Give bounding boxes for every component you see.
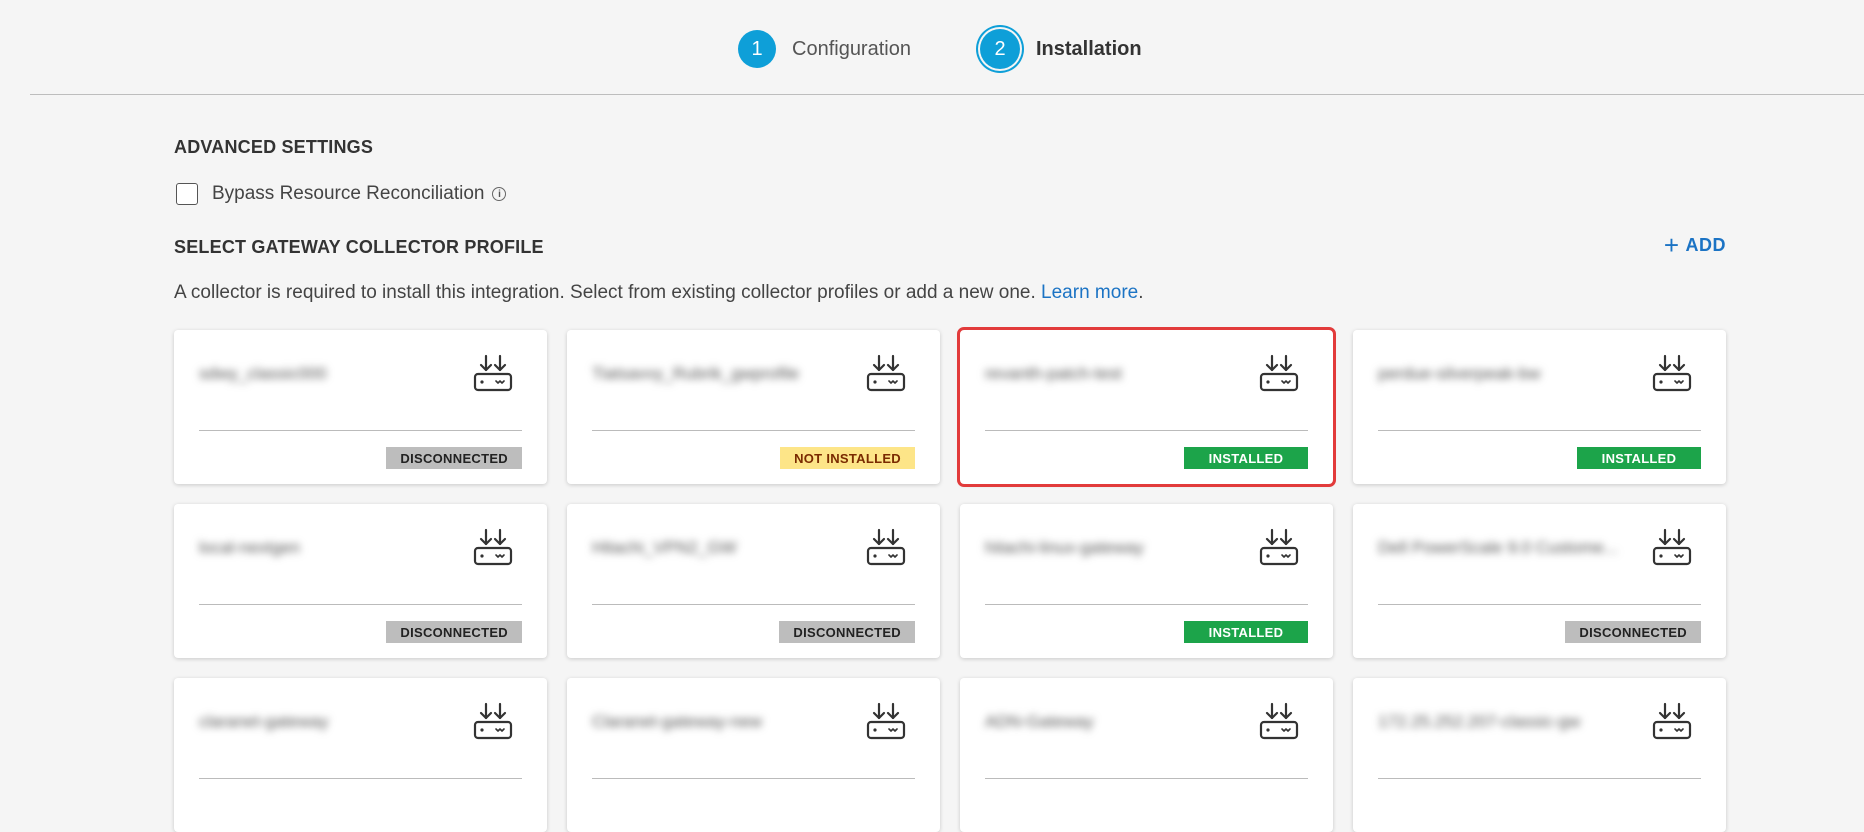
bypass-reconciliation-checkbox[interactable] (176, 183, 198, 205)
collector-profile-name: claranet-gateway (199, 712, 329, 731)
collector-profile-name: local-nextgen (199, 538, 301, 557)
gateway-download-icon (472, 702, 514, 742)
step-label: Installation (1036, 37, 1142, 60)
collector-profile-name: Dell PowerScale 9.0 Custome... (1378, 538, 1618, 557)
stepper-divider (30, 94, 1864, 95)
card-divider (985, 604, 1308, 605)
card-divider (199, 604, 522, 605)
card-divider (592, 430, 915, 431)
add-button-label: ADD (1685, 234, 1726, 255)
gateway-profile-heading: SELECT GATEWAY COLLECTOR PROFILE (174, 237, 544, 257)
collector-profile-card[interactable]: local-nextgen DISCONNECTED (174, 504, 547, 658)
collector-profile-card[interactable]: perdue-silverpeak-bw INSTALLED (1353, 330, 1726, 484)
gateway-download-icon (1258, 528, 1300, 568)
collector-profile-card[interactable]: Tiatsavvy_Rubrik_gwprofile NOT INSTALLED (567, 330, 940, 484)
status-badge: INSTALLED (1184, 447, 1308, 469)
step-number-circle: 1 (738, 30, 776, 68)
collector-profile-name: Hitachi_VPN2_GW (592, 538, 737, 557)
gateway-download-icon (1651, 702, 1693, 742)
status-badge: DISCONNECTED (386, 447, 522, 469)
gateway-download-icon (865, 702, 907, 742)
card-divider (199, 430, 522, 431)
collector-profile-card[interactable]: 172.25.252.207-classic-gw (1353, 678, 1726, 832)
bypass-reconciliation-row: Bypass Resource Reconciliation i (176, 183, 507, 205)
add-profile-button[interactable]: + ADD (1664, 232, 1726, 258)
collector-profile-card[interactable]: ADN-Gateway (960, 678, 1333, 832)
step-configuration[interactable]: 1 Configuration (738, 29, 911, 69)
gateway-download-icon (865, 528, 907, 568)
card-divider (1378, 778, 1701, 779)
step-number-circle: 2 (980, 29, 1020, 69)
step-installation[interactable]: 2 Installation (980, 29, 1142, 69)
gateway-download-icon (1651, 354, 1693, 394)
info-icon[interactable]: i (492, 187, 507, 201)
description-text: A collector is required to install this … (174, 282, 1036, 303)
collector-profile-name: Claranet-gateway-new (592, 712, 763, 731)
collector-profile-card[interactable]: hitachi-linux-gateway INSTALLED (960, 504, 1333, 658)
collector-profile-grid: sdwy_classic000 DISCONNECTED Tiatsavvy_Rub… (174, 327, 1726, 832)
card-divider (1378, 430, 1701, 431)
gateway-description: A collector is required to install this … (174, 282, 1144, 304)
bypass-reconciliation-label[interactable]: Bypass Resource Reconciliation (212, 183, 484, 205)
gateway-download-icon (1651, 528, 1693, 568)
status-badge: DISCONNECTED (1565, 621, 1701, 643)
collector-profile-name: revanth-patch-test (985, 364, 1123, 383)
gateway-download-icon (472, 354, 514, 394)
stepper: 1 Configuration 2 Installation (0, 0, 1864, 95)
advanced-settings-heading: ADVANCED SETTINGS (174, 137, 374, 157)
collector-profile-name: ADN-Gateway (985, 712, 1094, 731)
collector-profile-card[interactable]: Claranet-gateway-new (567, 678, 940, 832)
collector-profile-name: sdwy_classic000 (199, 364, 327, 383)
collector-profile-name: perdue-silverpeak-bw (1378, 364, 1541, 383)
plus-icon: + (1663, 230, 1680, 260)
card-divider (199, 778, 522, 779)
collector-profile-card[interactable]: sdwy_classic000 DISCONNECTED (174, 330, 547, 484)
learn-more-link[interactable]: Learn more (1041, 282, 1138, 303)
card-divider (1378, 604, 1701, 605)
collector-profile-card[interactable]: Hitachi_VPN2_GW DISCONNECTED (567, 504, 940, 658)
description-period: . (1138, 282, 1144, 303)
status-badge: INSTALLED (1184, 621, 1308, 643)
card-divider (592, 778, 915, 779)
collector-profile-card[interactable]: claranet-gateway (174, 678, 547, 832)
status-badge: DISCONNECTED (386, 621, 522, 643)
collector-profile-name: Tiatsavvy_Rubrik_gwprofile (592, 364, 800, 383)
status-badge: DISCONNECTED (779, 621, 915, 643)
card-divider (985, 430, 1308, 431)
collector-profile-card[interactable]: Dell PowerScale 9.0 Custome... DISCONNECT… (1353, 504, 1726, 658)
gateway-download-icon (1258, 354, 1300, 394)
status-badge: NOT INSTALLED (780, 447, 915, 469)
collector-profile-name: 172.25.252.207-classic-gw (1378, 712, 1581, 731)
collector-profile-card[interactable]: revanth-patch-test INSTALLED (957, 327, 1336, 487)
step-label: Configuration (792, 37, 911, 60)
card-divider (985, 778, 1308, 779)
gateway-download-icon (472, 528, 514, 568)
collector-profile-name: hitachi-linux-gateway (985, 538, 1144, 557)
gateway-download-icon (865, 354, 907, 394)
gateway-download-icon (1258, 702, 1300, 742)
card-divider (592, 604, 915, 605)
status-badge: INSTALLED (1577, 447, 1701, 469)
